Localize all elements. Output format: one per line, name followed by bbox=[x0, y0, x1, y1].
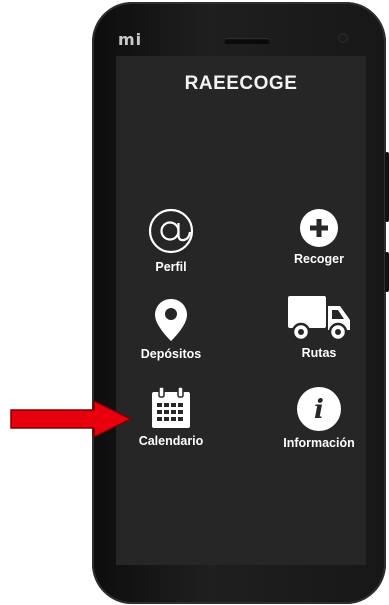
plus-circle-icon bbox=[300, 209, 338, 247]
menu-label-informacion: Información bbox=[283, 436, 355, 450]
info-icon: i bbox=[297, 387, 341, 431]
menu-label-perfil: Perfil bbox=[155, 260, 187, 274]
app-title: RAEECOGE bbox=[184, 73, 298, 94]
location-pin-icon bbox=[155, 299, 187, 341]
menu-label-depositos: Depósitos bbox=[140, 347, 202, 361]
truck-icon bbox=[288, 296, 350, 342]
menu-label-calendario: Calendario bbox=[138, 434, 204, 448]
red-arrow-icon bbox=[10, 400, 132, 438]
front-camera bbox=[338, 33, 348, 43]
menu-label-recoger: Recoger bbox=[293, 252, 345, 266]
earpiece-speaker bbox=[224, 38, 270, 44]
menu-item-recoger[interactable]: Recoger bbox=[264, 208, 374, 266]
svg-text:i: i bbox=[314, 395, 324, 425]
menu-item-perfil[interactable]: Perfil bbox=[116, 206, 226, 274]
volume-button bbox=[385, 152, 389, 222]
calendar-icon bbox=[152, 386, 190, 428]
app-screen: RAEECOGE Perfil Recoger Depósitos Rutas … bbox=[116, 56, 366, 565]
menu-item-calendario[interactable]: Calendario bbox=[116, 386, 226, 448]
menu-item-informacion[interactable]: i Información bbox=[264, 386, 374, 450]
menu-label-rutas: Rutas bbox=[301, 346, 337, 360]
menu-item-rutas[interactable]: Rutas bbox=[264, 294, 374, 360]
menu-item-depositos[interactable]: Depósitos bbox=[116, 297, 226, 361]
brand-logo: mi bbox=[118, 30, 143, 49]
power-button bbox=[385, 252, 389, 292]
at-sign-icon bbox=[148, 208, 194, 254]
